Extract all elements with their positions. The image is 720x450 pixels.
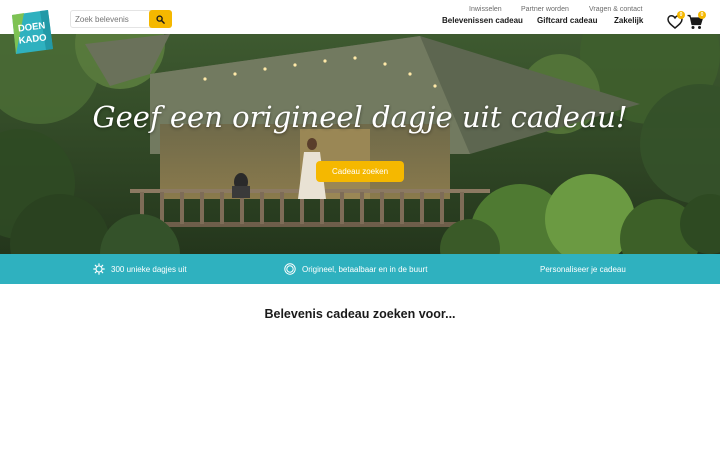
search-input[interactable]	[71, 11, 149, 27]
hero-title: Geef een origineel dagje uit cadeau!	[92, 100, 628, 134]
nav-belevenissen-cadeau[interactable]: Belevenissen cadeau	[442, 16, 523, 25]
section-title: Belevenis cadeau zoeken voor...	[264, 307, 456, 321]
nav-giftcard-cadeau[interactable]: Giftcard cadeau	[537, 16, 597, 25]
usp-label: Personaliseer je cadeau	[540, 264, 626, 274]
nav-partner-worden[interactable]: Partner worden	[521, 6, 569, 13]
cadeau-zoeken-button[interactable]: Cadeau zoeken	[316, 161, 404, 182]
gear-badge-icon	[93, 263, 105, 275]
usp-item: Personaliseer je cadeau	[540, 254, 626, 284]
doenkado-logo[interactable]: DOEN KADO	[10, 9, 54, 55]
cart-count-badge: 0	[698, 11, 706, 19]
hero-photo	[0, 34, 720, 254]
usp-bar: 300 unieke dagjes uit Origineel, betaalb…	[0, 254, 720, 284]
wishlist-button[interactable]: 0	[666, 11, 685, 31]
search-button[interactable]	[149, 10, 172, 28]
usp-item: 300 unieke dagjes uit	[93, 254, 187, 284]
usp-label: Origineel, betaalbaar en in de buurt	[302, 264, 428, 274]
usp-label: 300 unieke dagjes uit	[111, 264, 187, 274]
nav-vragen-contact[interactable]: Vragen & contact	[589, 6, 642, 13]
nav-zakelijk[interactable]: Zakelijk	[614, 16, 643, 25]
seal-icon	[284, 263, 296, 275]
hero-banner: Geef een origineel dagje uit cadeau! Cad…	[0, 34, 720, 254]
nav-inwisselen[interactable]: Inwisselen	[469, 6, 502, 13]
site-header: Inwisselen Partner worden Vragen & conta…	[0, 0, 720, 34]
search-icon	[156, 14, 165, 24]
usp-item: Origineel, betaalbaar en in de buurt	[284, 254, 427, 284]
wishlist-count-badge: 0	[677, 11, 685, 19]
cart-button[interactable]: 0	[687, 11, 706, 31]
search-bar	[70, 10, 172, 28]
